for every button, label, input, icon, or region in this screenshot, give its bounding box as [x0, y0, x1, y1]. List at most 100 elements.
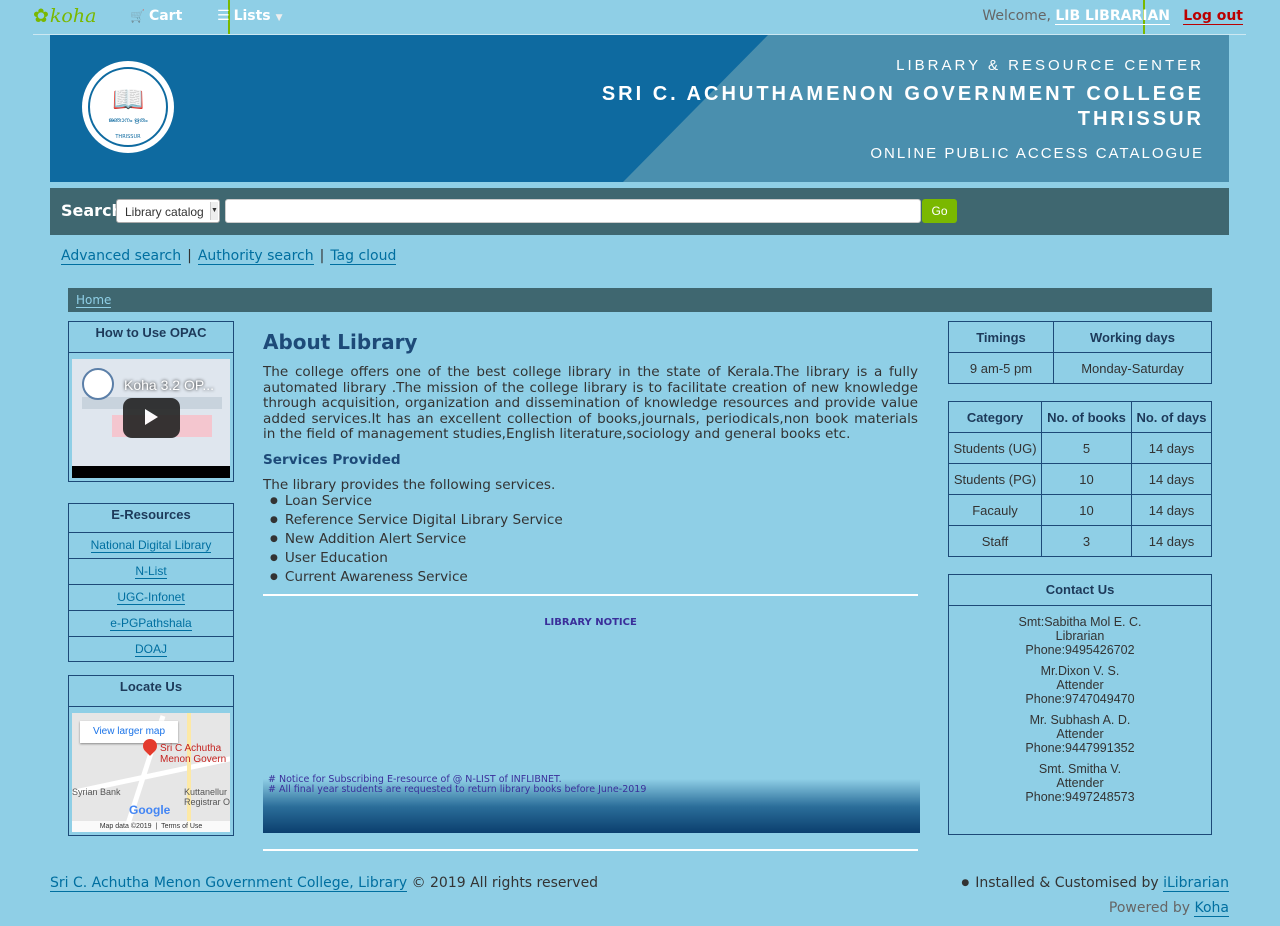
rights-text: © 2019 All rights reserved	[411, 875, 599, 891]
contact-person: Mr.Dixon V. S. Attender Phone:9747049470	[949, 664, 1211, 706]
lists-dropdown[interactable]: ☰ Lists ▼	[217, 8, 283, 24]
welcome-label: Welcome,	[982, 8, 1051, 24]
caret-down-icon: ▼	[275, 13, 283, 23]
leaf-icon: ✿	[33, 5, 49, 27]
timings-table: Timings Working days 9 am-5 pm Monday-Sa…	[948, 321, 1212, 384]
list-icon: ☰	[217, 8, 230, 24]
table-cell: 9 am-5 pm	[948, 352, 1054, 384]
contact-name: Mr.Dixon V. S.	[1040, 664, 1120, 678]
table-row: Students (PG) 10 14 days	[948, 463, 1212, 495]
seal-city: THRISSUR	[115, 134, 141, 140]
contact-phone: Phone:9495426702	[1025, 643, 1135, 657]
search-input[interactable]	[225, 199, 921, 223]
list-item: New Addition Alert Service	[270, 531, 563, 550]
e-resources-box: E-Resources National Digital Library N-L…	[68, 503, 234, 662]
installed-by-text: Installed & Customised by	[975, 875, 1159, 891]
go-button[interactable]: Go	[922, 199, 957, 223]
college-library-link[interactable]: Sri C. Achutha Menon Government College,…	[50, 875, 408, 892]
list-item: Current Awareness Service	[270, 569, 563, 588]
national-digital-library-link[interactable]: National Digital Library	[90, 538, 212, 553]
footer-credits: ● Installed & Customised by iLibrarian	[961, 875, 1229, 892]
how-to-title: How to Use OPAC	[69, 322, 233, 353]
cart-button[interactable]: 🛒 Cart	[130, 8, 182, 24]
college-seal-logo: 📖 ജ്ഞാനം ഋതം THRISSUR	[82, 61, 174, 153]
embedded-map[interactable]: View larger map Sri C Achutha Menon Gover…	[72, 713, 230, 832]
ilibrarian-link[interactable]: iLibrarian	[1163, 875, 1229, 892]
bullet-icon: ●	[961, 878, 970, 888]
authority-search-link[interactable]: Authority search	[197, 248, 314, 265]
contact-role: Attender	[1056, 727, 1104, 741]
n-list-link[interactable]: N-List	[135, 564, 167, 579]
divider	[263, 849, 918, 851]
table-cell: 5	[1041, 432, 1132, 464]
e-pgpathshala-link[interactable]: e-PGPathshala	[110, 616, 192, 631]
tag-cloud-link[interactable]: Tag cloud	[330, 248, 397, 265]
about-library-text: The college offers one of the best colle…	[263, 364, 918, 442]
column-header: Timings	[948, 321, 1054, 353]
select-arrow-icon: ▼	[210, 202, 218, 220]
about-library-title: About Library	[263, 330, 418, 354]
how-to-use-opac-box: How to Use OPAC Koha 3.2 OP...	[68, 321, 234, 482]
lists-label: Lists	[233, 8, 271, 24]
list-item: User Education	[270, 550, 563, 569]
contact-person: Smt:Sabitha Mol E. C. Librarian Phone:94…	[949, 615, 1211, 657]
contact-person: Mr. Subhash A. D. Attender Phone:9447991…	[949, 713, 1211, 755]
table-row: Staff 3 14 days	[948, 525, 1212, 557]
contact-role: Attender	[1056, 678, 1104, 692]
ugc-infonet-link[interactable]: UGC-Infonet	[117, 590, 185, 605]
table-row: Facauly 10 14 days	[948, 494, 1212, 526]
table-row: 9 am-5 pm Monday-Saturday	[948, 352, 1212, 384]
column-header: No. of days	[1131, 401, 1212, 433]
video-player[interactable]: Koha 3.2 OP...	[72, 359, 230, 478]
map-pin-label: Sri C Achutha Menon Govern	[160, 743, 227, 765]
library-notice-title: LIBRARY NOTICE	[544, 617, 637, 628]
table-cell: 14 days	[1131, 494, 1212, 526]
divider	[263, 594, 918, 596]
contact-phone: Phone:9497248573	[1025, 790, 1135, 804]
column-header: No. of books	[1041, 401, 1132, 433]
koha-link[interactable]: Koha	[1194, 900, 1229, 917]
table-cell: Facauly	[948, 494, 1042, 526]
e-resource-item: National Digital Library	[69, 533, 233, 559]
powered-by: Powered by Koha	[1108, 900, 1229, 917]
contact-us-title: Contact Us	[949, 575, 1211, 606]
doaj-link[interactable]: DOAJ	[134, 642, 167, 657]
borrowing-limits-table: Category No. of books No. of days Studen…	[948, 401, 1212, 557]
video-title[interactable]: Koha 3.2 OP...	[124, 377, 214, 393]
terms-of-use-link[interactable]: Terms of Use	[161, 823, 202, 830]
e-resource-item: e-PGPathshala	[69, 611, 233, 637]
list-item: Reference Service Digital Library Servic…	[270, 512, 563, 531]
table-cell: 10	[1041, 463, 1132, 495]
banner-opac-title: ONLINE PUBLIC ACCESS CATALOGUE	[870, 145, 1204, 162]
advanced-search-link[interactable]: Advanced search	[61, 248, 182, 265]
powered-by-text: Powered by	[1108, 900, 1191, 916]
map-place-label: Syrian Bank	[72, 787, 121, 797]
view-larger-map-button[interactable]: View larger map	[80, 721, 178, 743]
table-cell: 14 days	[1131, 463, 1212, 495]
google-logo: Google	[129, 803, 171, 817]
contact-phone: Phone:9747049470	[1025, 692, 1135, 706]
channel-avatar	[82, 368, 114, 400]
table-cell: Monday-Saturday	[1053, 352, 1212, 384]
contact-phone: Phone:9447991352	[1025, 741, 1135, 755]
koha-logo[interactable]: ✿koha	[33, 5, 96, 27]
seal-motto: ജ്ഞാനം ഋതം	[108, 117, 148, 124]
table-row: Students (UG) 5 14 days	[948, 432, 1212, 464]
locate-us-title: Locate Us	[69, 676, 233, 707]
search-scope-select[interactable]: Library catalog ▼	[116, 199, 220, 223]
search-label: Search	[61, 201, 123, 220]
map-place-label: Registrar O	[184, 797, 230, 807]
user-link[interactable]: LIB LIBRARIAN	[1055, 8, 1170, 25]
notice-line: # All final year students are requested …	[268, 784, 647, 795]
play-icon[interactable]	[123, 398, 180, 438]
e-resource-item: UGC-Infonet	[69, 585, 233, 611]
search-scope-value: Library catalog	[125, 205, 204, 219]
table-cell: 10	[1041, 494, 1132, 526]
logo-text: koha	[49, 5, 97, 27]
header-banner: 📖 ജ്ഞാനം ഋതം THRISSUR LIBRARY & RESOURCE…	[50, 35, 1229, 182]
e-resource-item: N-List	[69, 559, 233, 585]
breadcrumb-home-link[interactable]: Home	[76, 293, 112, 308]
logout-link[interactable]: Log out	[1183, 8, 1243, 25]
welcome-text: Welcome, LIB LIBRARIAN	[982, 8, 1170, 25]
table-cell: Staff	[948, 525, 1042, 557]
